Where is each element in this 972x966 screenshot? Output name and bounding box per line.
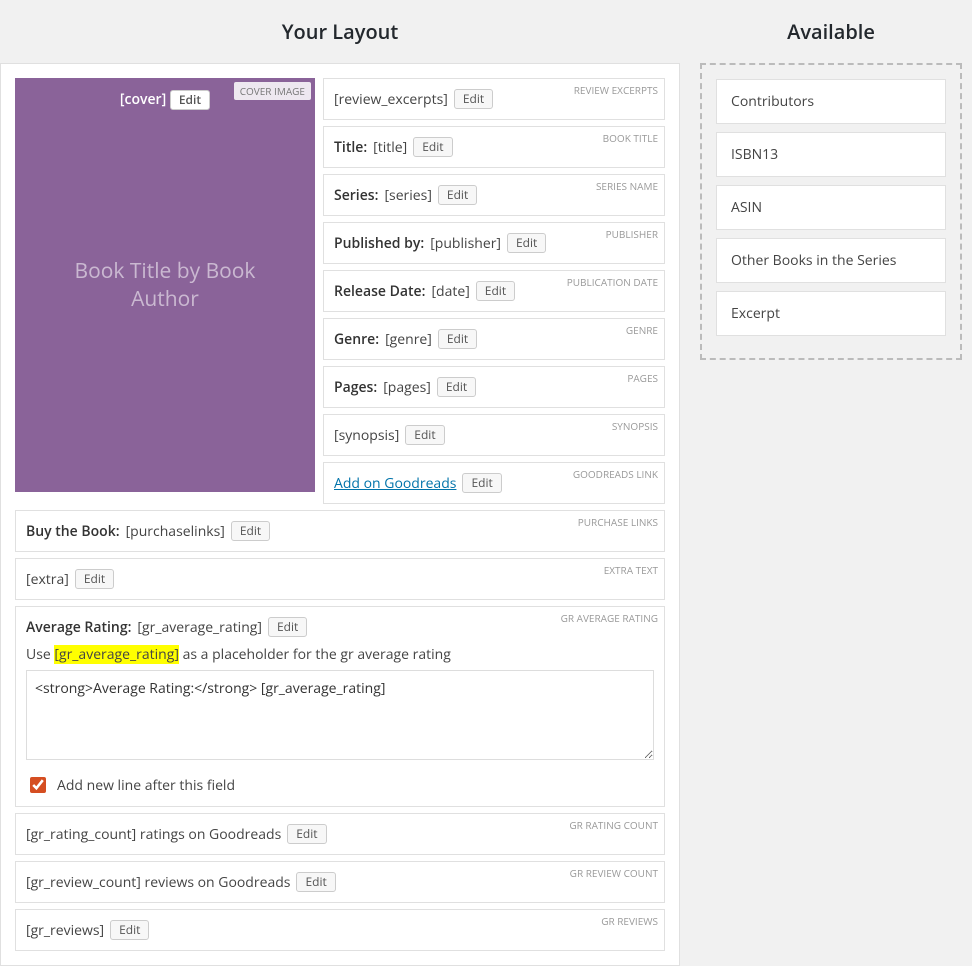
field-pages[interactable]: PAGESPages:[pages]Edit — [323, 366, 665, 408]
field-line: [gr_rating_count] ratings on GoodreadsEd… — [26, 824, 654, 844]
field-tag: PURCHASE LINKS — [578, 515, 658, 529]
placeholder-hint: Use [gr_average_rating] as a placeholder… — [26, 645, 654, 664]
field-tag: PUBLICATION DATE — [567, 275, 658, 289]
field-review_excerpts[interactable]: REVIEW EXCERPTS[review_excerpts]Edit — [323, 78, 665, 120]
edit-button[interactable]: Edit — [438, 185, 477, 205]
field-tag: BOOK TITLE — [603, 131, 658, 145]
field-tag: SERIES NAME — [596, 179, 658, 193]
edit-button[interactable]: Edit — [405, 425, 444, 445]
cover-center-text: Book Title by Book Author — [15, 257, 315, 314]
newline-checkbox-label: Add new line after this field — [57, 776, 235, 795]
field-synopsis[interactable]: SYNOPSIS[synopsis]Edit — [323, 414, 665, 456]
cover-image-block[interactable]: COVER IMAGE [cover] Edit Book Title by B… — [15, 78, 315, 492]
edit-button[interactable]: Edit — [287, 824, 326, 844]
field-gr_rating_count[interactable]: GR RATING COUNT[gr_rating_count] ratings… — [15, 813, 665, 855]
available-item[interactable]: Other Books in the Series — [716, 238, 946, 283]
field-extra_text[interactable]: EXTRA TEXT[extra]Edit — [15, 558, 665, 600]
available-item[interactable]: ASIN — [716, 185, 946, 230]
field-tag: GR RATING COUNT — [569, 818, 658, 832]
newline-checkbox[interactable] — [30, 777, 46, 793]
edit-button[interactable]: Edit — [454, 89, 493, 109]
field-publisher[interactable]: PUBLISHERPublished by:[publisher]Edit — [323, 222, 665, 264]
edit-button[interactable]: Edit — [476, 281, 515, 301]
field-goodreads_link[interactable]: GOODREADS LINK Add on Goodreads Edit — [323, 462, 665, 504]
field-line: [gr_reviews]Edit — [26, 920, 654, 940]
edit-button[interactable]: Edit — [437, 377, 476, 397]
edit-button[interactable]: Edit — [110, 920, 149, 940]
field-tag: REVIEW EXCERPTS — [574, 83, 658, 97]
newline-checkbox-row[interactable]: Add new line after this field — [26, 774, 654, 796]
field-line: [gr_review_count] reviews on GoodreadsEd… — [26, 872, 654, 892]
field-tag: GENRE — [626, 323, 658, 337]
field-purchase_links[interactable]: PURCHASE LINKSBuy the Book:[purchaselink… — [15, 510, 665, 552]
edit-button-cover[interactable]: Edit — [170, 90, 210, 110]
available-heading: Available — [700, 18, 962, 45]
field-line: Genre:[genre]Edit — [334, 329, 654, 349]
field-tag: GR REVIEW COUNT — [570, 866, 658, 880]
field-tag: PUBLISHER — [606, 227, 658, 241]
field-line: Pages:[pages]Edit — [334, 377, 654, 397]
available-item[interactable]: Excerpt — [716, 291, 946, 336]
goodreads-link[interactable]: Add on Goodreads — [334, 474, 456, 493]
available-panel: Contributors ISBN13 ASIN Other Books in the… — [700, 63, 962, 360]
field-tag: EXTRA TEXT — [604, 563, 658, 577]
field-line: Buy the Book:[purchaselinks]Edit — [26, 521, 654, 541]
field-template-textarea[interactable] — [26, 670, 654, 760]
field-tag: GR AVERAGE RATING — [561, 611, 658, 625]
field-line: [synopsis]Edit — [334, 425, 654, 445]
available-item[interactable]: ISBN13 — [716, 132, 946, 177]
edit-button[interactable]: Edit — [413, 137, 452, 157]
field-genre[interactable]: GENREGenre:[genre]Edit — [323, 318, 665, 360]
field-book_title[interactable]: BOOK TITLETitle:[title]Edit — [323, 126, 665, 168]
available-item[interactable]: Contributors — [716, 79, 946, 124]
field-tag: GR REVIEWS — [601, 914, 658, 928]
field-pub_date[interactable]: PUBLICATION DATERelease Date:[date]Edit — [323, 270, 665, 312]
edit-button[interactable]: Edit — [231, 521, 270, 541]
field-gr_average_rating[interactable]: GR AVERAGE RATINGAverage Rating:[gr_aver… — [15, 606, 665, 807]
edit-button[interactable]: Edit — [296, 872, 335, 892]
field-gr_reviews[interactable]: GR REVIEWS[gr_reviews]Edit — [15, 909, 665, 951]
edit-button[interactable]: Edit — [268, 617, 307, 637]
cover-placeholder: [cover] — [120, 90, 166, 109]
field-series_name[interactable]: SERIES NAMESeries:[series]Edit — [323, 174, 665, 216]
edit-button[interactable]: Edit — [462, 473, 501, 493]
layout-panel: COVER IMAGE [cover] Edit Book Title by B… — [0, 63, 680, 966]
field-line: [extra]Edit — [26, 569, 654, 589]
field-tag: SYNOPSIS — [612, 419, 658, 433]
edit-button[interactable]: Edit — [438, 329, 477, 349]
edit-button[interactable]: Edit — [507, 233, 546, 253]
field-tag: GOODREADS LINK — [573, 467, 658, 481]
field-gr_review_count[interactable]: GR REVIEW COUNT[gr_review_count] reviews… — [15, 861, 665, 903]
edit-button[interactable]: Edit — [75, 569, 114, 589]
field-tag: PAGES — [627, 371, 658, 385]
your-layout-heading: Your Layout — [0, 18, 680, 45]
